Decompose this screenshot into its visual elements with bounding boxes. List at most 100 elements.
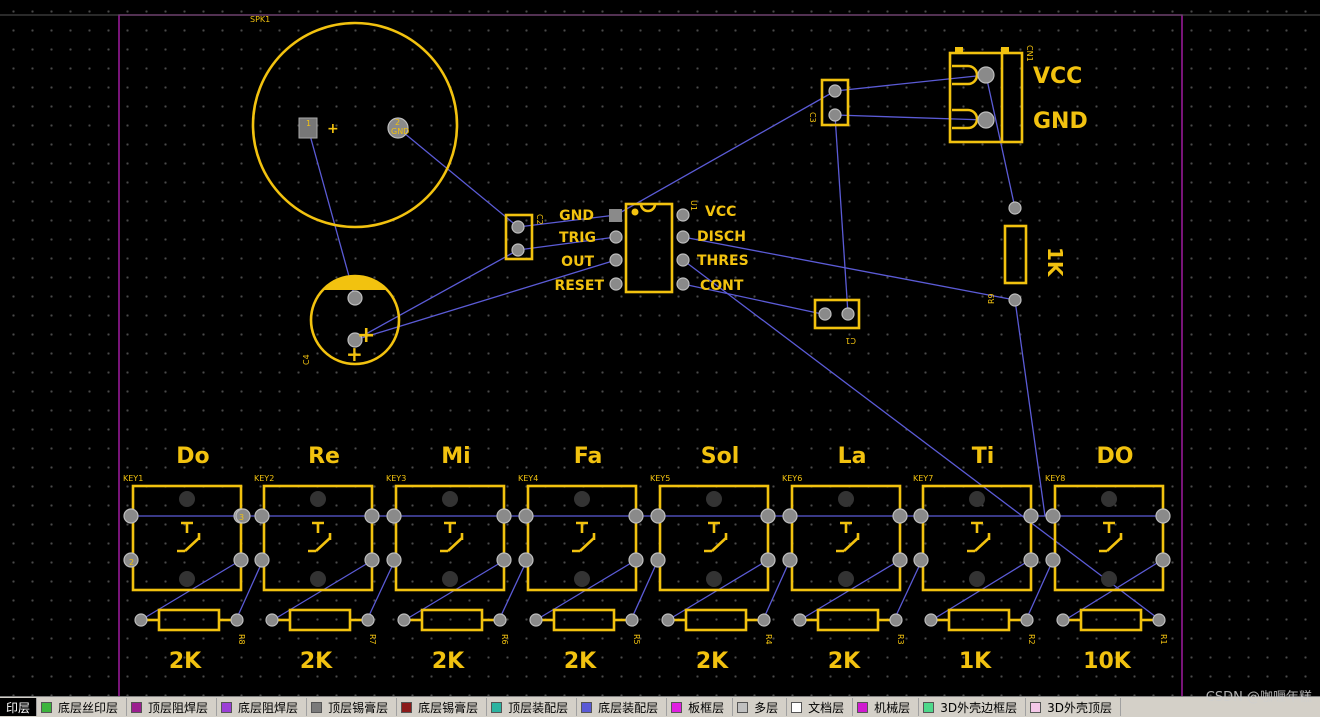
key-pad[interactable] bbox=[123, 508, 139, 524]
resistor-ref-label: R2 bbox=[1027, 634, 1036, 645]
key-ref-label: KEY4 bbox=[518, 474, 538, 483]
speaker-ref-label: SPK1 bbox=[250, 15, 270, 24]
layer-tab-label: 顶层装配层 bbox=[508, 700, 569, 715]
resistor-pad[interactable] bbox=[493, 613, 507, 627]
key-pad[interactable] bbox=[254, 552, 270, 568]
key-6[interactable]: La KEY6 R3 2K bbox=[782, 444, 908, 674]
key-pad[interactable] bbox=[913, 508, 929, 524]
layer-tab-0[interactable]: 印层 bbox=[0, 698, 38, 716]
resistor-pad[interactable] bbox=[793, 613, 807, 627]
key-pad[interactable] bbox=[518, 552, 534, 568]
key-pad[interactable] bbox=[233, 552, 249, 568]
capacitor-c4[interactable]: + + C4 bbox=[302, 274, 401, 366]
key-pad[interactable] bbox=[1155, 508, 1171, 524]
key-pad[interactable] bbox=[1045, 508, 1061, 524]
key-pad[interactable] bbox=[1045, 552, 1061, 568]
key-8[interactable]: DO KEY8 R1 10K bbox=[1045, 444, 1171, 674]
key-pad[interactable] bbox=[518, 508, 534, 524]
resistor-pad[interactable] bbox=[1152, 613, 1166, 627]
ic-pin-vcc: VCC bbox=[705, 204, 736, 220]
layer-tab-12[interactable]: 3D外壳边框层 bbox=[919, 698, 1027, 716]
key-pad[interactable] bbox=[496, 508, 512, 524]
resistor-pad[interactable] bbox=[924, 613, 938, 627]
capacitor-c1[interactable]: C1 bbox=[813, 298, 861, 345]
key-1[interactable]: Do KEY1 R8 2K bbox=[123, 444, 249, 674]
key-pad[interactable] bbox=[650, 552, 666, 568]
key-pad[interactable] bbox=[892, 552, 908, 568]
resistor-outline bbox=[552, 608, 616, 632]
resistor-pad[interactable] bbox=[661, 613, 675, 627]
resistor-pad[interactable] bbox=[757, 613, 771, 627]
resistor-value-label: 2K bbox=[169, 649, 202, 674]
connector-cn1[interactable]: CN1 VCC GND bbox=[948, 45, 1088, 144]
key-pad[interactable] bbox=[1023, 508, 1039, 524]
ic-u1[interactable]: U1 GND TRIG OUT RESET VCC DISCH THRES CO… bbox=[554, 200, 748, 294]
connector-vcc-label: VCC bbox=[1033, 64, 1082, 89]
key-5[interactable]: Sol KEY5 R4 2K bbox=[650, 444, 776, 674]
layer-tab-1[interactable]: 底层丝印层 bbox=[37, 698, 128, 716]
key-pad[interactable] bbox=[650, 508, 666, 524]
key-hole bbox=[838, 571, 854, 587]
layer-tab-7[interactable]: 底层装配层 bbox=[577, 698, 668, 716]
key-pad[interactable] bbox=[892, 508, 908, 524]
c4-plus-mark: + bbox=[346, 342, 363, 366]
speaker-pin1-number: 1 bbox=[306, 119, 311, 128]
resistor-outline bbox=[157, 608, 221, 632]
key-3[interactable]: Mi KEY3 R6 2K bbox=[386, 444, 512, 674]
resistor-pad[interactable] bbox=[230, 613, 244, 627]
key-ref-label: KEY8 bbox=[1045, 474, 1065, 483]
key-pad[interactable] bbox=[628, 508, 644, 524]
resistor-pad[interactable] bbox=[1056, 613, 1070, 627]
resistor-ref-label: R7 bbox=[368, 634, 377, 645]
resistor-pad[interactable] bbox=[1020, 613, 1034, 627]
resistor-outline bbox=[816, 608, 880, 632]
layer-tab-6[interactable]: 顶层装配层 bbox=[487, 698, 578, 716]
key-pad[interactable] bbox=[782, 552, 798, 568]
layer-tab-11[interactable]: 机械层 bbox=[853, 698, 920, 716]
key-pad[interactable] bbox=[760, 508, 776, 524]
key-pad[interactable] bbox=[386, 508, 402, 524]
key-pad[interactable] bbox=[760, 552, 776, 568]
pcb-board[interactable]: SPK1 1 + 2 GND + + C4 C2 U1 GND TRIG OUT… bbox=[0, 0, 1320, 696]
resistor-pad[interactable] bbox=[265, 613, 279, 627]
c3-ref-label: C3 bbox=[808, 112, 817, 123]
key-pad[interactable] bbox=[364, 552, 380, 568]
layer-tab-13[interactable]: 3D外壳顶层 bbox=[1026, 698, 1121, 716]
key-pad[interactable] bbox=[496, 552, 512, 568]
layer-tab-5[interactable]: 底层锡膏层 bbox=[397, 698, 488, 716]
layer-color-swatch bbox=[131, 701, 143, 713]
resistor-ref-label: R1 bbox=[1159, 634, 1168, 645]
key-switch-symbol bbox=[177, 521, 201, 553]
key-2[interactable]: Re KEY2 R7 2K bbox=[254, 444, 380, 674]
layer-tab-3[interactable]: 底层阻焊层 bbox=[217, 698, 308, 716]
speaker-spk1[interactable]: SPK1 1 + 2 GND bbox=[250, 15, 459, 229]
layer-tab-8[interactable]: 板框层 bbox=[667, 698, 734, 716]
key-hole bbox=[574, 491, 590, 507]
key-pad[interactable] bbox=[1023, 552, 1039, 568]
layer-tab-4[interactable]: 顶层锡膏层 bbox=[307, 698, 398, 716]
key-pad[interactable] bbox=[364, 508, 380, 524]
resistor-pad[interactable] bbox=[361, 613, 375, 627]
key-pad[interactable] bbox=[254, 508, 270, 524]
key-note-label: DO bbox=[1097, 444, 1134, 469]
resistor-pad[interactable] bbox=[889, 613, 903, 627]
key-pad[interactable] bbox=[1155, 552, 1171, 568]
key-hole bbox=[1101, 491, 1117, 507]
key-pad[interactable] bbox=[782, 508, 798, 524]
layer-tab-9[interactable]: 多层 bbox=[733, 698, 788, 716]
resistor-pad[interactable] bbox=[134, 613, 148, 627]
resistor-r9[interactable]: 1K R9 bbox=[987, 201, 1067, 307]
resistor-pad[interactable] bbox=[397, 613, 411, 627]
key-pad[interactable] bbox=[913, 552, 929, 568]
keys-row: DoKEY1R82KReKEY2R72KMiKEY3R62KFaKEY4R52K… bbox=[123, 444, 1171, 674]
key-pad[interactable] bbox=[386, 552, 402, 568]
resistor-pad[interactable] bbox=[625, 613, 639, 627]
key-pad[interactable] bbox=[628, 552, 644, 568]
key-4[interactable]: Fa KEY4 R5 2K bbox=[518, 444, 644, 674]
capacitor-c2[interactable]: C2 bbox=[504, 213, 544, 261]
key-7[interactable]: Ti KEY7 R2 1K bbox=[913, 444, 1039, 674]
resistor-pad[interactable] bbox=[529, 613, 543, 627]
layer-tab-10[interactable]: 文档层 bbox=[787, 698, 854, 716]
layer-tab-2[interactable]: 顶层阻焊层 bbox=[127, 698, 218, 716]
ratsnest-lines bbox=[131, 74, 1163, 621]
